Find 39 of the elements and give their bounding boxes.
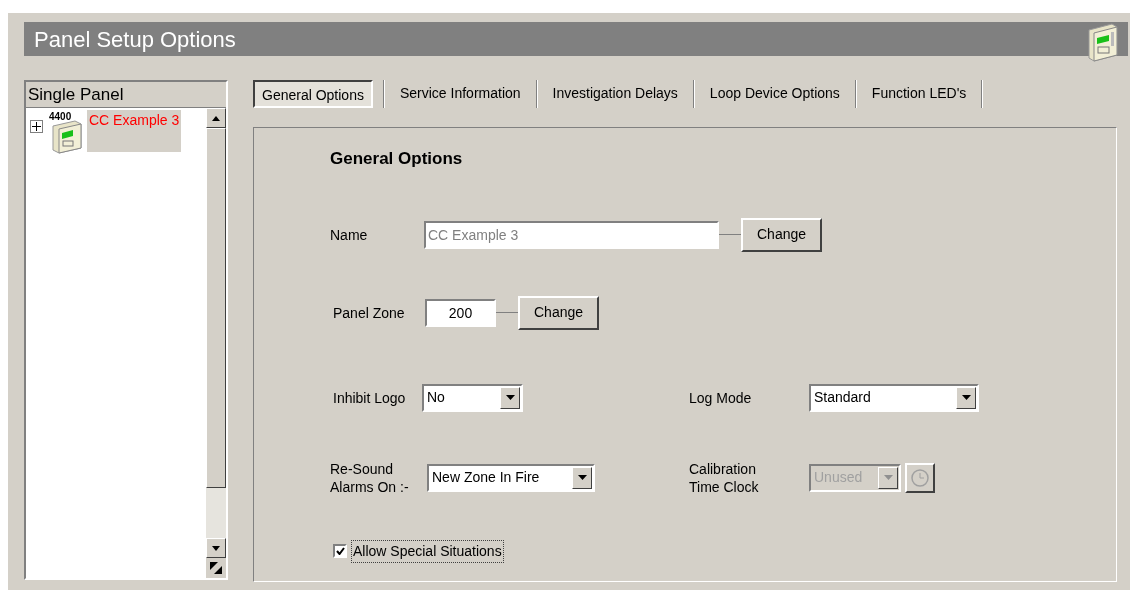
- tree-header: Single Panel: [26, 82, 226, 108]
- checkbox[interactable]: [333, 544, 347, 558]
- up-arrow-icon: [212, 115, 220, 121]
- check-icon: [335, 547, 345, 555]
- dropdown[interactable]: No: [422, 383, 523, 412]
- dropdown-arrow-icon: [577, 475, 587, 480]
- section-heading: General Options: [330, 148, 464, 170]
- expand-toggle[interactable]: [30, 120, 43, 133]
- dropdown-value: New Zone In Fire: [431, 468, 541, 487]
- checkbox-label: Allow Special Situations: [351, 539, 504, 563]
- dropdown-value: Standard: [813, 388, 872, 407]
- clock-button[interactable]: [905, 462, 935, 493]
- dropdown[interactable]: New Zone In Fire: [427, 463, 595, 492]
- panel-device-icon: [51, 120, 83, 154]
- scroll-down-button[interactable]: [206, 538, 226, 558]
- scroll-up-button[interactable]: [206, 108, 226, 128]
- dropdown-value: No: [426, 388, 446, 407]
- tab[interactable]: Investigation Delays: [537, 80, 693, 108]
- field-label: Name: [330, 225, 369, 244]
- change-button[interactable]: Change: [518, 295, 600, 330]
- tab[interactable]: Service Information: [384, 80, 536, 108]
- tab[interactable]: General Options: [253, 80, 373, 108]
- field-label: Inhibit Logo: [332, 388, 407, 407]
- clock-icon: [910, 467, 930, 488]
- dropdown-arrow-icon: [883, 475, 893, 480]
- tab[interactable]: Loop Device Options: [694, 80, 855, 108]
- dropdown[interactable]: Standard: [809, 383, 979, 412]
- tab[interactable]: Function LED's: [856, 80, 982, 108]
- dropdown-arrow-icon: [505, 395, 515, 400]
- model-label: 4400: [49, 110, 72, 124]
- window-title: Panel Setup Options: [34, 25, 236, 54]
- field-label: Log Mode: [689, 388, 753, 407]
- field-label: Panel Zone: [333, 303, 406, 322]
- text-field[interactable]: 200: [425, 298, 496, 327]
- dropdown-arrow-icon: [961, 395, 971, 400]
- scroll-thumb[interactable]: [206, 128, 226, 488]
- field-label: Calibration Time Clock: [689, 459, 760, 496]
- field-label: Re-Sound Alarms On :-: [330, 459, 410, 496]
- down-arrow-icon: [212, 545, 220, 551]
